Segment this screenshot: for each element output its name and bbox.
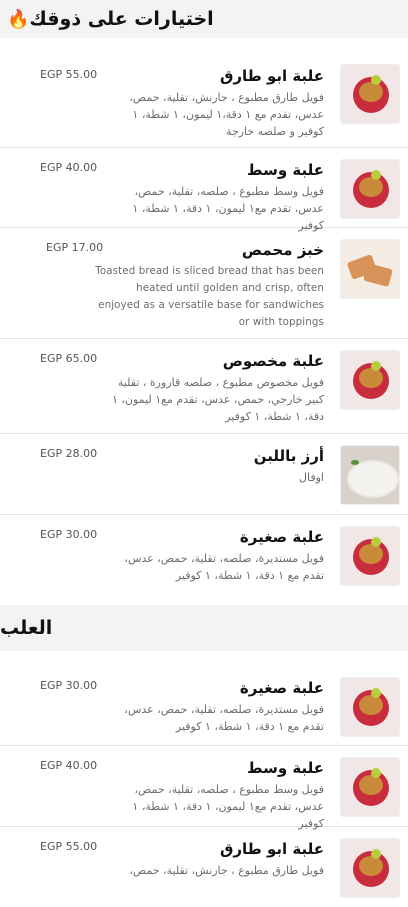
item-image: [340, 239, 400, 299]
item-image: [340, 159, 400, 219]
menu-item[interactable]: علبة ابو طارق فويل طارق مطبوع ، جارنش، ت…: [0, 827, 408, 907]
item-description: فويل مستديرة، صلصه، تقلية، حمص، عدس، تقد…: [124, 703, 324, 733]
item-price: EGP 28.00: [40, 447, 98, 460]
item-description: اوفال: [299, 471, 324, 484]
item-title: أرز باللبن: [253, 447, 324, 465]
item-price: EGP 65.00: [40, 352, 98, 365]
item-image: [340, 677, 400, 737]
item-image: [340, 64, 400, 124]
item-title: علبة ابو طارق: [219, 840, 324, 858]
item-description: فويل وسط مطبوع ، صلصه، تقلية، حمص، عدس، …: [132, 783, 324, 830]
item-price: EGP 55.00: [40, 840, 98, 853]
item-image: [340, 350, 400, 410]
item-description: فويل مخصوص مطبوع ، صلصه قارورة ، تقلية ك…: [111, 376, 324, 423]
item-description: فويل طارق مطبوع ، جارنش، تقلية، حمص،: [129, 864, 324, 877]
section-title: اختيارات على ذوقك: [29, 8, 214, 30]
item-price: EGP 55.00: [40, 68, 98, 81]
menu-item[interactable]: علبة ابو طارق فويل طارق مطبوع ، جارنش، ت…: [0, 42, 408, 148]
item-title: علبة وسط: [247, 759, 324, 777]
section-header: اختيارات على ذوقك 🔥: [0, 0, 408, 38]
section-title: العلب: [0, 617, 53, 639]
item-title: علبة ابو طارق: [219, 67, 324, 85]
item-price: EGP 40.00: [40, 759, 98, 772]
item-image: [340, 838, 400, 898]
item-description: Toasted bread is sliced bread that has b…: [95, 265, 324, 328]
item-title: علبة وسط: [247, 161, 324, 179]
item-image: [340, 757, 400, 817]
item-description: فويل مستديرة، صلصه، تقلية، حمص، عدس، تقد…: [124, 552, 324, 582]
menu-item[interactable]: أرز باللبن اوفال EGP 28.00: [0, 434, 408, 515]
menu-item[interactable]: علبة صغيرة فويل مستديرة، صلصه، تقلية، حم…: [0, 515, 408, 605]
item-title: علبة صغيرة: [239, 679, 324, 697]
item-description: فويل طارق مطبوع ، جارنش، تقلية، حمص، عدس…: [129, 91, 324, 138]
flame-icon: 🔥: [7, 8, 30, 30]
item-title: خبز محمص: [241, 241, 324, 259]
section-header: العلب: [0, 605, 408, 651]
item-image: [340, 445, 400, 505]
item-description: فويل وسط مطبوع ، صلصه، تقلية، حمص، عدس، …: [132, 185, 324, 232]
item-price: EGP 30.00: [40, 679, 98, 692]
menu-item[interactable]: علبة وسط فويل وسط مطبوع ، صلصه، تقلية، ح…: [0, 148, 408, 232]
item-price: EGP 40.00: [40, 161, 98, 174]
item-price: EGP 30.00: [40, 528, 98, 541]
item-image: [340, 526, 400, 586]
item-price: EGP 17.00: [46, 241, 104, 254]
menu-item[interactable]: علبة مخصوص فويل مخصوص مطبوع ، صلصه قارور…: [0, 339, 408, 434]
item-title: علبة صغيرة: [239, 528, 324, 546]
menu-item[interactable]: علبة صغيرة فويل مستديرة، صلصه، تقلية، حم…: [0, 666, 408, 746]
menu-item[interactable]: خبز محمص Toasted bread is sliced bread t…: [0, 228, 408, 339]
menu-item[interactable]: علبة وسط فويل وسط مطبوع ، صلصه، تقلية، ح…: [0, 746, 408, 830]
item-title: علبة مخصوص: [222, 352, 324, 370]
